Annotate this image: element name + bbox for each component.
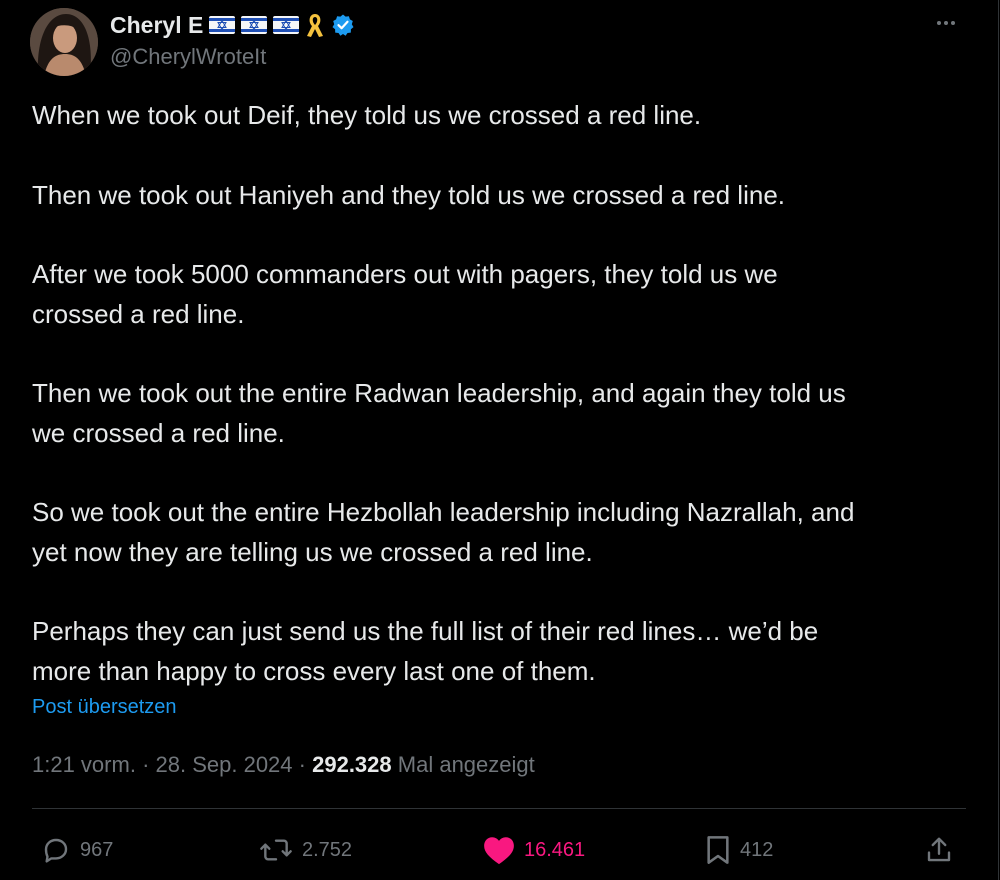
tweet-paragraph: Then we took out Haniyeh and they told u… <box>32 179 785 210</box>
avatar-image <box>30 8 98 76</box>
display-name[interactable]: Cheryl E <box>110 12 203 39</box>
tweet-paragraph: Then we took out the entire Radwan leade… <box>32 378 846 448</box>
yellow-ribbon-icon <box>307 14 324 37</box>
like-button[interactable]: 16.461 <box>482 832 585 868</box>
like-count: 16.461 <box>524 838 586 861</box>
reply-count: 967 <box>80 838 114 861</box>
reply-icon <box>44 838 68 863</box>
tweet-paragraph: After we took 5000 commanders out with p… <box>32 259 778 329</box>
repost-count: 2.752 <box>302 838 353 861</box>
tweet-time[interactable]: 1:21 vorm. <box>32 752 136 777</box>
share-icon <box>927 837 951 862</box>
tweet-text: When we took out Deif, they told us we c… <box>32 96 962 691</box>
divider <box>32 808 966 809</box>
repost-button[interactable]: 2.752 <box>258 832 352 868</box>
reply-button[interactable]: 967 <box>40 832 113 868</box>
meta-separator: · <box>142 752 156 777</box>
translate-link[interactable]: Post übersetzen <box>32 696 177 719</box>
bookmark-count: 412 <box>740 838 774 861</box>
view-count: 292.328 <box>312 752 392 777</box>
tweet-meta: 1:21 vorm. · 28. Sep. 2024 · 292.328 Mal… <box>32 752 535 778</box>
author-name-row[interactable]: Cheryl E <box>110 10 355 40</box>
verified-badge-icon[interactable] <box>331 13 355 37</box>
author-handle[interactable]: @CherylWroteIt <box>110 44 266 70</box>
bookmark-button[interactable]: 412 <box>704 832 773 868</box>
tweet-paragraph: So we took out the entire Hezbollah lead… <box>32 497 855 567</box>
heart-icon <box>484 837 514 865</box>
tweet-paragraph: When we took out Deif, they told us we c… <box>32 100 702 130</box>
share-button[interactable] <box>924 832 954 868</box>
tweet-container: Cheryl E @CherylWroteIt When we took out… <box>0 0 999 880</box>
view-label: Mal angezeigt <box>397 752 535 777</box>
repost-icon <box>260 839 292 861</box>
meta-separator: · <box>298 752 313 777</box>
tweet-paragraph: Perhaps they can just send us the full l… <box>32 616 819 686</box>
israel-flag-icon <box>273 16 300 34</box>
israel-flag-icon <box>241 16 268 34</box>
avatar[interactable] <box>30 8 98 76</box>
bookmark-icon <box>707 836 729 864</box>
israel-flag-icon <box>209 16 236 34</box>
more-options-icon[interactable] <box>926 8 966 38</box>
action-bar: 967 2.752 16.461 412 <box>0 826 1000 876</box>
tweet-date[interactable]: 28. Sep. 2024 <box>156 752 293 777</box>
